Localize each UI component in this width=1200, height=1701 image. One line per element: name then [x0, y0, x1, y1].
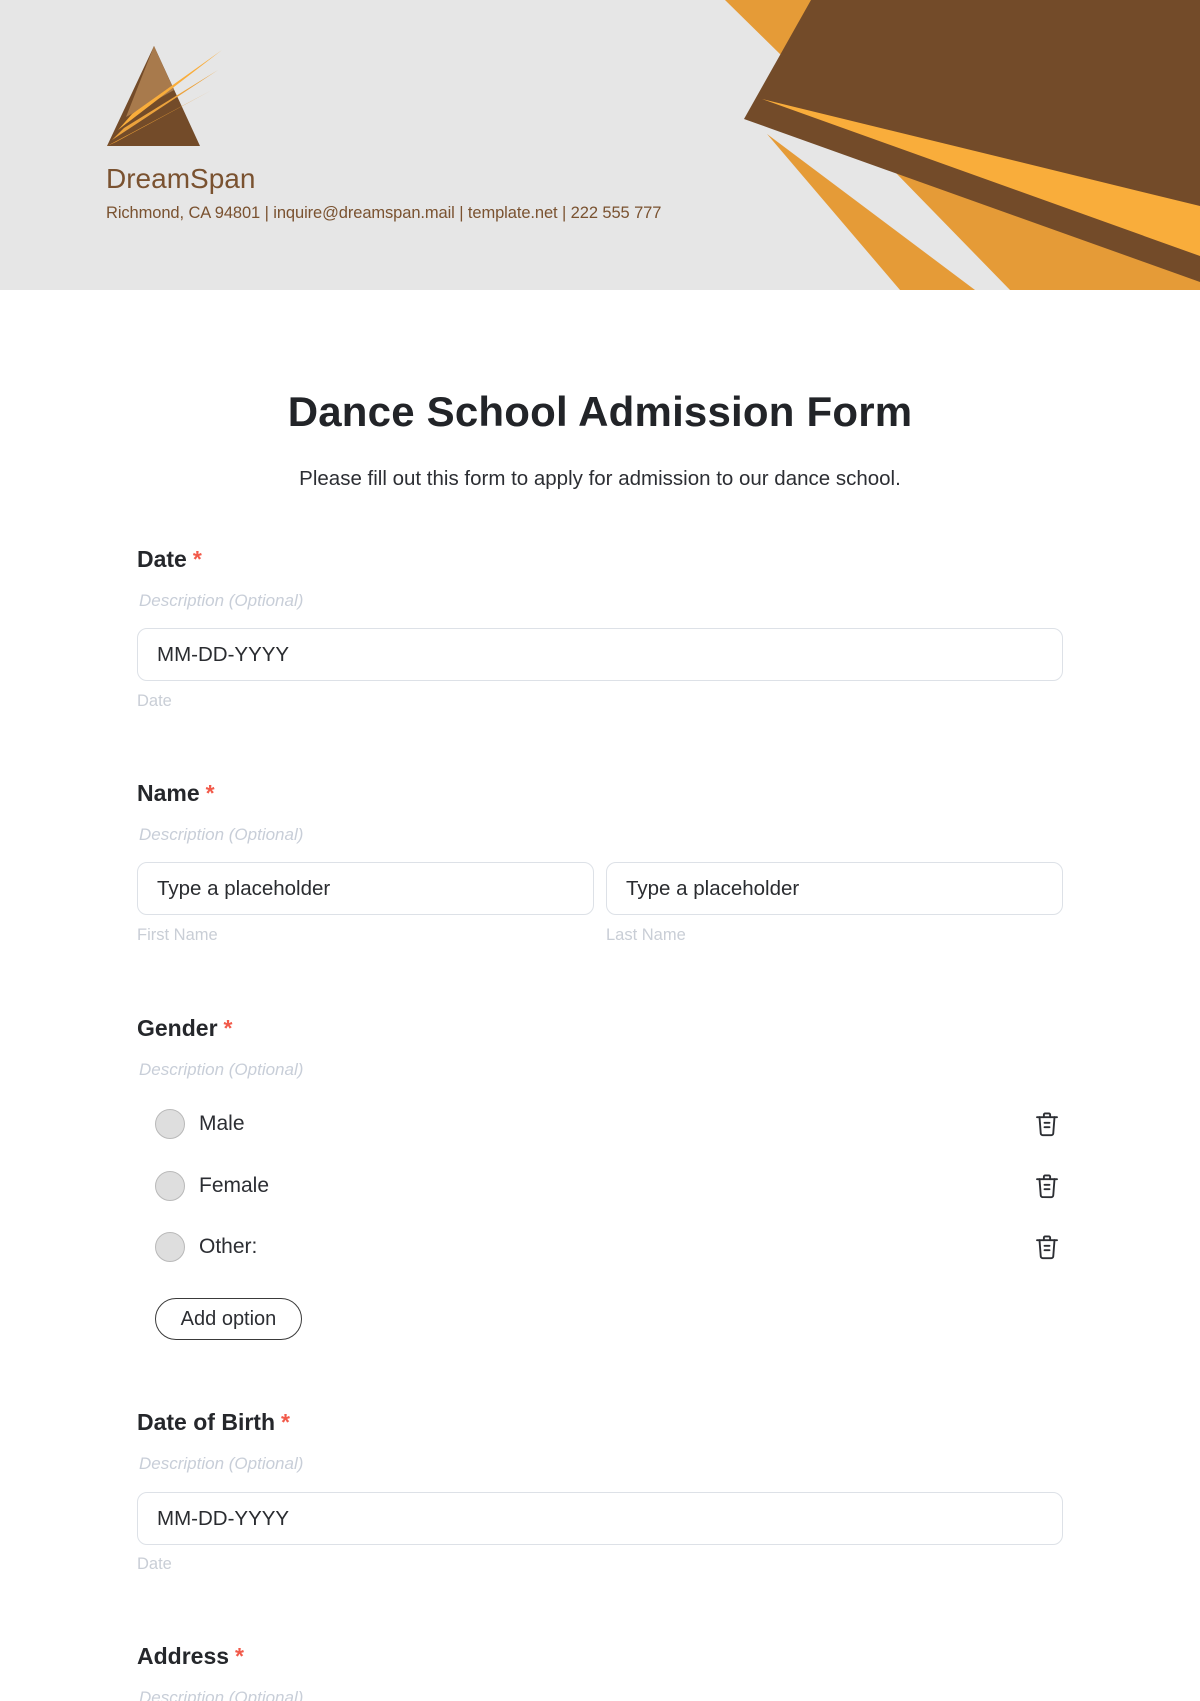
date-label-text: Date [137, 546, 187, 572]
dob-input-placeholder: MM-DD-YYYY [157, 1506, 290, 1530]
name-label-text: Name [137, 780, 200, 806]
option-label[interactable]: Female [199, 1174, 269, 1198]
last-name-placeholder: Type a placeholder [626, 876, 800, 900]
trash-icon[interactable] [1032, 1109, 1062, 1139]
gender-option-other[interactable]: Other: [155, 1230, 1065, 1264]
option-label[interactable]: Male [199, 1112, 245, 1136]
address-field-label: Address * [137, 1643, 244, 1670]
name-field-label: Name * [137, 780, 215, 807]
date-description[interactable]: Description (Optional) [139, 591, 303, 611]
header-banner: DreamSpan Richmond, CA 94801 | inquire@d… [0, 0, 1200, 290]
company-contact-info: Richmond, CA 94801 | inquire@dreamspan.m… [106, 204, 662, 222]
date-field-label: Date * [137, 546, 202, 573]
add-option-button[interactable]: Add option [155, 1298, 302, 1340]
dob-description[interactable]: Description (Optional) [139, 1454, 303, 1474]
form-title: Dance School Admission Form [287, 388, 913, 435]
trash-icon[interactable] [1032, 1232, 1062, 1262]
option-label[interactable]: Other: [199, 1235, 257, 1259]
date-helper-text: Date [137, 692, 172, 710]
last-name-input[interactable]: Type a placeholder [606, 862, 1063, 915]
dob-label-text: Date of Birth [137, 1409, 275, 1435]
last-name-helper: Last Name [606, 926, 686, 944]
dob-helper-text: Date [137, 1555, 172, 1573]
company-name: DreamSpan [106, 163, 256, 194]
required-asterisk: * [192, 546, 202, 572]
gender-label-text: Gender [137, 1015, 218, 1041]
address-label-text: Address [137, 1643, 230, 1669]
form-subtitle: Please fill out this form to apply for a… [299, 467, 901, 490]
gender-option-male[interactable]: Male [155, 1107, 1065, 1141]
required-asterisk: * [235, 1643, 244, 1669]
trash-icon[interactable] [1032, 1171, 1062, 1201]
gender-field-label: Gender * [137, 1015, 232, 1042]
name-description[interactable]: Description (Optional) [139, 825, 303, 845]
first-name-helper: First Name [137, 926, 218, 944]
first-name-input[interactable]: Type a placeholder [137, 862, 594, 915]
required-asterisk: * [205, 780, 215, 806]
address-description[interactable]: Description (Optional) [139, 1688, 303, 1701]
required-asterisk: * [223, 1015, 233, 1041]
radio-button[interactable] [155, 1109, 185, 1139]
dreamspan-logo-icon [107, 46, 222, 146]
date-input[interactable]: MM-DD-YYYY [137, 628, 1063, 681]
dob-field-label: Date of Birth * [137, 1409, 290, 1436]
required-asterisk: * [281, 1409, 290, 1435]
radio-button[interactable] [155, 1171, 185, 1201]
gender-option-female[interactable]: Female [155, 1169, 1065, 1203]
radio-button[interactable] [155, 1232, 185, 1262]
dob-input[interactable]: MM-DD-YYYY [137, 1492, 1063, 1545]
date-input-placeholder: MM-DD-YYYY [157, 642, 290, 666]
first-name-placeholder: Type a placeholder [157, 876, 331, 900]
gender-description[interactable]: Description (Optional) [139, 1060, 303, 1080]
